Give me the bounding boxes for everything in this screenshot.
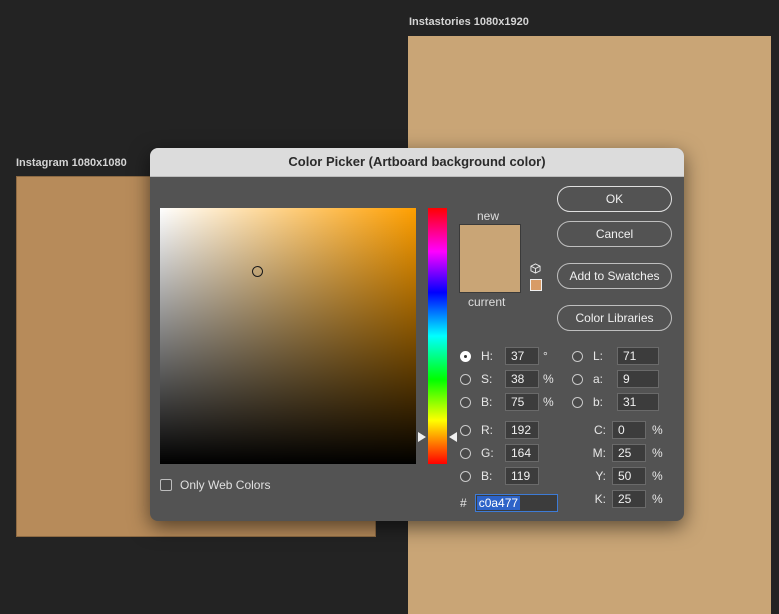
hue-radio[interactable] xyxy=(460,350,471,362)
hex-row[interactable]: # c0a477 xyxy=(460,494,558,512)
dialog-title: Color Picker (Artboard background color) xyxy=(150,148,684,177)
lab-l-radio[interactable] xyxy=(572,350,583,362)
saturation-input[interactable]: 38 xyxy=(505,370,539,388)
lab-b-input[interactable]: 31 xyxy=(617,393,659,411)
current-color-label: current xyxy=(468,295,506,309)
new-color-label: new xyxy=(477,209,500,223)
magenta-row[interactable]: M: 25 % xyxy=(578,444,664,462)
cyan-input[interactable]: 0 xyxy=(612,421,646,439)
black-row[interactable]: K: 25 % xyxy=(578,490,664,508)
saturation-unit: % xyxy=(543,372,554,386)
hex-value[interactable]: c0a477 xyxy=(476,496,521,510)
color-picker-dialog: Color Picker (Artboard background color)… xyxy=(150,148,684,521)
red-radio[interactable] xyxy=(460,424,471,436)
black-label: K: xyxy=(594,492,606,506)
blue-radio[interactable] xyxy=(460,470,471,482)
ok-button[interactable]: OK xyxy=(557,186,672,212)
blue-row[interactable]: B: 119 xyxy=(460,467,539,485)
lab-a-input[interactable]: 9 xyxy=(617,370,659,388)
brightness-unit: % xyxy=(543,395,554,409)
green-label: G: xyxy=(481,446,494,460)
hex-prefix: # xyxy=(460,496,467,510)
lab-l-row[interactable]: L: 71 xyxy=(572,347,659,365)
color-field-cursor[interactable] xyxy=(252,266,263,277)
hue-unit: ° xyxy=(543,349,548,363)
green-input[interactable]: 164 xyxy=(505,444,539,462)
lab-a-radio[interactable] xyxy=(572,373,583,385)
cyan-row[interactable]: C: 0 % xyxy=(578,421,664,439)
blue-input[interactable]: 119 xyxy=(505,467,539,485)
magenta-unit: % xyxy=(652,446,663,460)
yellow-label: Y: xyxy=(595,469,606,483)
add-to-swatches-button[interactable]: Add to Swatches xyxy=(557,263,672,289)
lab-b-row[interactable]: b: 31 xyxy=(572,393,659,411)
red-row[interactable]: R: 192 xyxy=(460,421,539,439)
hue-slider-left-arrow-icon[interactable] xyxy=(418,432,426,442)
hue-slider-right-arrow-icon[interactable] xyxy=(449,432,457,442)
only-web-colors-label: Only Web Colors xyxy=(180,478,271,492)
hue-input[interactable]: 37 xyxy=(505,347,539,365)
saturation-row[interactable]: S: 38 % xyxy=(460,370,555,388)
black-input[interactable]: 25 xyxy=(612,490,646,508)
hue-slider[interactable] xyxy=(428,208,447,464)
saturation-label: S: xyxy=(481,372,493,386)
lab-a-label: a: xyxy=(593,372,604,386)
cube-icon[interactable] xyxy=(530,263,541,274)
hue-label: H: xyxy=(481,349,493,363)
web-swatch-icon[interactable] xyxy=(530,279,542,291)
yellow-unit: % xyxy=(652,469,663,483)
green-radio[interactable] xyxy=(460,447,471,459)
red-label: R: xyxy=(481,423,493,437)
saturation-radio[interactable] xyxy=(460,373,471,385)
new-current-swatch[interactable] xyxy=(459,224,521,293)
hue-row[interactable]: H: 37 ° xyxy=(460,347,555,365)
green-row[interactable]: G: 164 xyxy=(460,444,539,462)
lab-l-input[interactable]: 71 xyxy=(617,347,659,365)
lab-l-label: L: xyxy=(593,349,604,363)
cyan-label: C: xyxy=(594,423,606,437)
artboard-label-instastories: Instastories 1080x1920 xyxy=(409,16,529,28)
cancel-button[interactable]: Cancel xyxy=(557,221,672,247)
brightness-row[interactable]: B: 75 % xyxy=(460,393,555,411)
blue-label: B: xyxy=(481,469,493,483)
magenta-label: M: xyxy=(592,446,606,460)
magenta-input[interactable]: 25 xyxy=(612,444,646,462)
brightness-radio[interactable] xyxy=(460,396,471,408)
red-input[interactable]: 192 xyxy=(505,421,539,439)
lab-b-label: b: xyxy=(593,395,604,409)
artboard-label-instagram: Instagram 1080x1080 xyxy=(16,157,127,169)
brightness-label: B: xyxy=(481,395,493,409)
cyan-unit: % xyxy=(652,423,663,437)
yellow-row[interactable]: Y: 50 % xyxy=(578,467,664,485)
hex-input[interactable]: c0a477 xyxy=(474,494,558,512)
yellow-input[interactable]: 50 xyxy=(612,467,646,485)
brightness-input[interactable]: 75 xyxy=(505,393,539,411)
only-web-colors-option[interactable]: Only Web Colors xyxy=(160,478,270,492)
lab-a-row[interactable]: a: 9 xyxy=(572,370,659,388)
lab-b-radio[interactable] xyxy=(572,396,583,408)
saturation-brightness-field[interactable] xyxy=(160,208,416,464)
black-unit: % xyxy=(652,492,663,506)
color-libraries-button[interactable]: Color Libraries xyxy=(557,305,672,331)
only-web-colors-checkbox[interactable] xyxy=(160,479,172,491)
